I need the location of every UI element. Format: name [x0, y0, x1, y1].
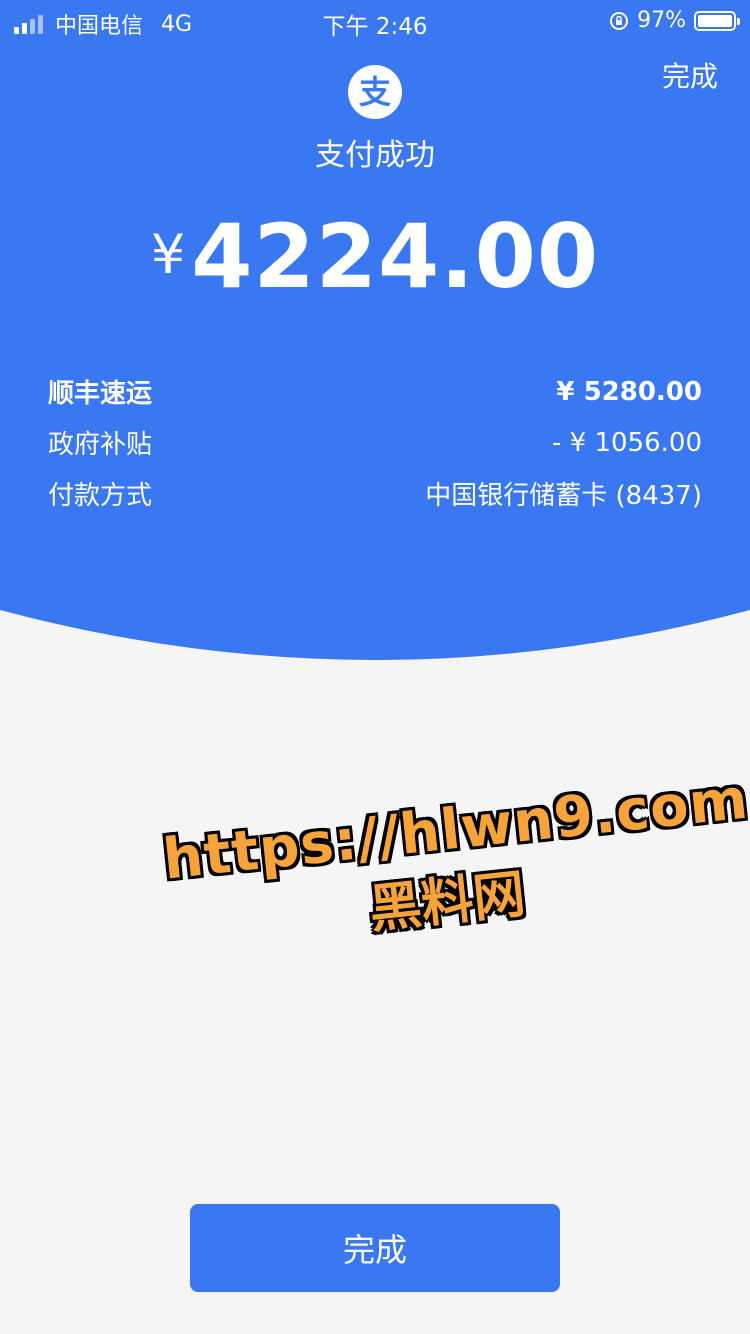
detail-label: 付款方式: [48, 481, 153, 511]
detail-row-payment-method: 付款方式 中国银行储蓄卡 (8437): [48, 468, 702, 519]
watermark-site-name: 黑料网: [366, 864, 529, 941]
payment-details: 顺丰速运 ¥ 5280.00 政府补贴 - ¥ 1056.00 付款方式 中国银…: [48, 366, 702, 519]
detail-value: - ¥ 1056.00: [552, 427, 702, 458]
detail-value: ¥ 5280.00: [556, 376, 702, 407]
watermark: https://hlwn9.com 黑料网: [160, 766, 750, 997]
done-link-top[interactable]: 完成: [662, 55, 718, 95]
orientation-lock-icon: [610, 11, 629, 30]
detail-row-subsidy: 政府补贴 - ¥ 1056.00: [48, 417, 702, 468]
done-button[interactable]: 完成: [190, 1204, 560, 1292]
watermark-url: https://hlwn9.com: [160, 766, 750, 893]
status-bar-right: 97%: [609, 8, 740, 33]
detail-value: 中国银行储蓄卡 (8437): [425, 481, 702, 511]
status-bar: 中国电信 4G 下午 2:46 97%: [0, 0, 750, 40]
battery-icon: [694, 10, 740, 31]
detail-label: 顺丰速运: [48, 379, 153, 409]
logo-glyph: 支: [358, 73, 391, 111]
payment-status-title: 支付成功: [315, 138, 435, 173]
amount-value: 4224.00: [191, 205, 600, 308]
detail-label: 政府补贴: [48, 430, 153, 460]
battery-percent: 97%: [637, 8, 686, 33]
detail-row-merchant: 顺丰速运 ¥ 5280.00: [48, 366, 702, 417]
alipay-logo-icon: 支: [348, 65, 402, 119]
payment-amount: ¥4224.00: [0, 205, 750, 308]
payment-success-page: 中国电信 4G 下午 2:46 97% 完成 支 支付成功 ¥4224.00 顺…: [0, 0, 750, 1334]
amount-currency-symbol: ¥: [150, 223, 186, 286]
